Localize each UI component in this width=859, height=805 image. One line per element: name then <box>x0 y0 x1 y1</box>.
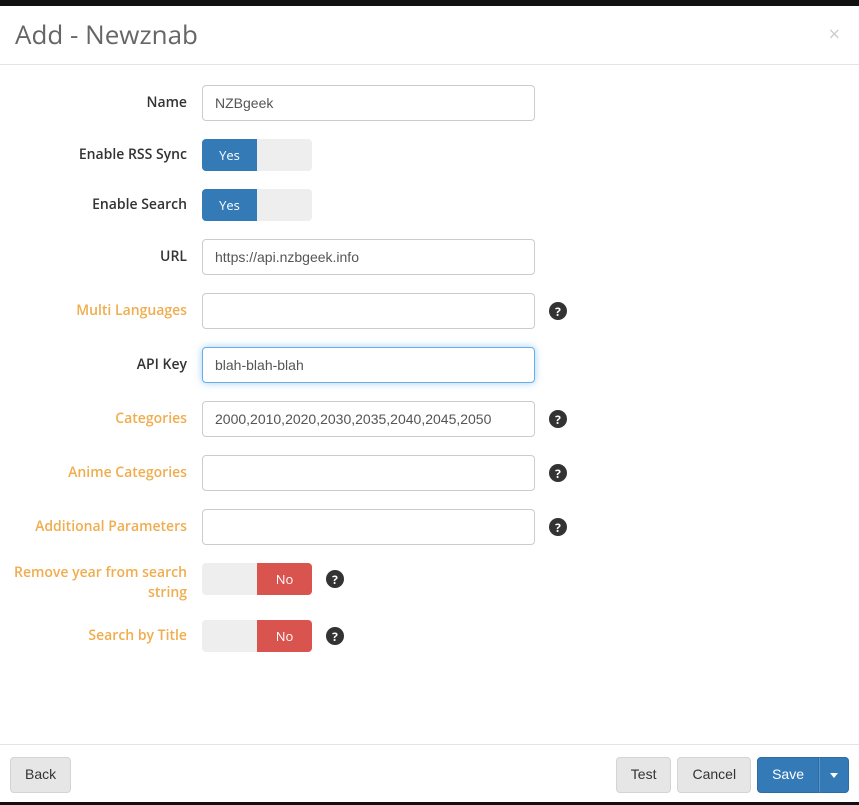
row-enable-search: Enable Search Yes <box>10 189 849 221</box>
input-additional-parameters[interactable] <box>202 509 535 545</box>
row-search-by-title: Search by Title No ? <box>10 620 849 652</box>
input-name[interactable] <box>202 85 535 121</box>
row-multi-languages: Multi Languages ? <box>10 293 849 329</box>
row-url: URL <box>10 239 849 275</box>
row-categories: Categories ? <box>10 401 849 437</box>
help-icon[interactable]: ? <box>326 570 344 588</box>
input-categories[interactable] <box>202 401 535 437</box>
help-icon[interactable]: ? <box>549 464 567 482</box>
help-icon[interactable]: ? <box>549 518 567 536</box>
toggle-no: No <box>257 620 312 652</box>
save-dropdown-button[interactable] <box>819 757 849 793</box>
help-icon[interactable]: ? <box>549 302 567 320</box>
close-icon[interactable]: × <box>825 20 844 48</box>
label-additional-parameters: Additional Parameters <box>10 517 202 537</box>
help-icon[interactable]: ? <box>326 627 344 645</box>
test-button[interactable]: Test <box>616 757 672 793</box>
toggle-blank <box>202 620 257 652</box>
modal-body: Name Enable RSS Sync Yes Enable Search Y… <box>0 65 859 744</box>
label-url: URL <box>10 247 202 267</box>
input-anime-categories[interactable] <box>202 455 535 491</box>
label-enable-rss: Enable RSS Sync <box>10 145 202 165</box>
help-icon[interactable]: ? <box>549 410 567 428</box>
input-api-key[interactable] <box>202 347 535 383</box>
toggle-blank <box>257 139 312 171</box>
add-newznab-modal: Add - Newznab × Name Enable RSS Sync Yes… <box>0 6 859 805</box>
toggle-enable-search[interactable]: Yes <box>202 189 312 221</box>
modal-footer: Back Test Cancel Save <box>0 744 859 805</box>
toggle-blank <box>202 563 257 595</box>
label-api-key: API Key <box>10 355 202 375</box>
label-multi-languages: Multi Languages <box>10 301 202 321</box>
label-enable-search: Enable Search <box>10 195 202 215</box>
toggle-no: No <box>257 563 312 595</box>
toggle-search-by-title[interactable]: No <box>202 620 312 652</box>
modal-header: Add - Newznab × <box>0 6 859 65</box>
toggle-yes: Yes <box>202 189 257 221</box>
label-search-by-title: Search by Title <box>10 626 202 646</box>
toggle-blank <box>257 189 312 221</box>
toggle-remove-year[interactable]: No <box>202 563 312 595</box>
footer-right: Test Cancel Save <box>616 757 849 793</box>
label-anime-categories: Anime Categories <box>10 463 202 483</box>
modal-title: Add - Newznab <box>15 16 198 52</box>
save-button-group: Save <box>757 757 849 793</box>
label-remove-year: Remove year from search string <box>10 563 202 602</box>
caret-down-icon <box>830 773 838 778</box>
save-button[interactable]: Save <box>757 757 819 793</box>
input-url[interactable] <box>202 239 535 275</box>
row-anime-categories: Anime Categories ? <box>10 455 849 491</box>
row-remove-year: Remove year from search string No ? <box>10 563 849 602</box>
toggle-enable-rss[interactable]: Yes <box>202 139 312 171</box>
input-multi-languages[interactable] <box>202 293 535 329</box>
row-enable-rss: Enable RSS Sync Yes <box>10 139 849 171</box>
cancel-button[interactable]: Cancel <box>677 757 751 793</box>
row-api-key: API Key <box>10 347 849 383</box>
label-categories: Categories <box>10 409 202 429</box>
row-name: Name <box>10 85 849 121</box>
back-button[interactable]: Back <box>10 757 71 793</box>
row-additional-parameters: Additional Parameters ? <box>10 509 849 545</box>
toggle-yes: Yes <box>202 139 257 171</box>
label-name: Name <box>10 93 202 113</box>
